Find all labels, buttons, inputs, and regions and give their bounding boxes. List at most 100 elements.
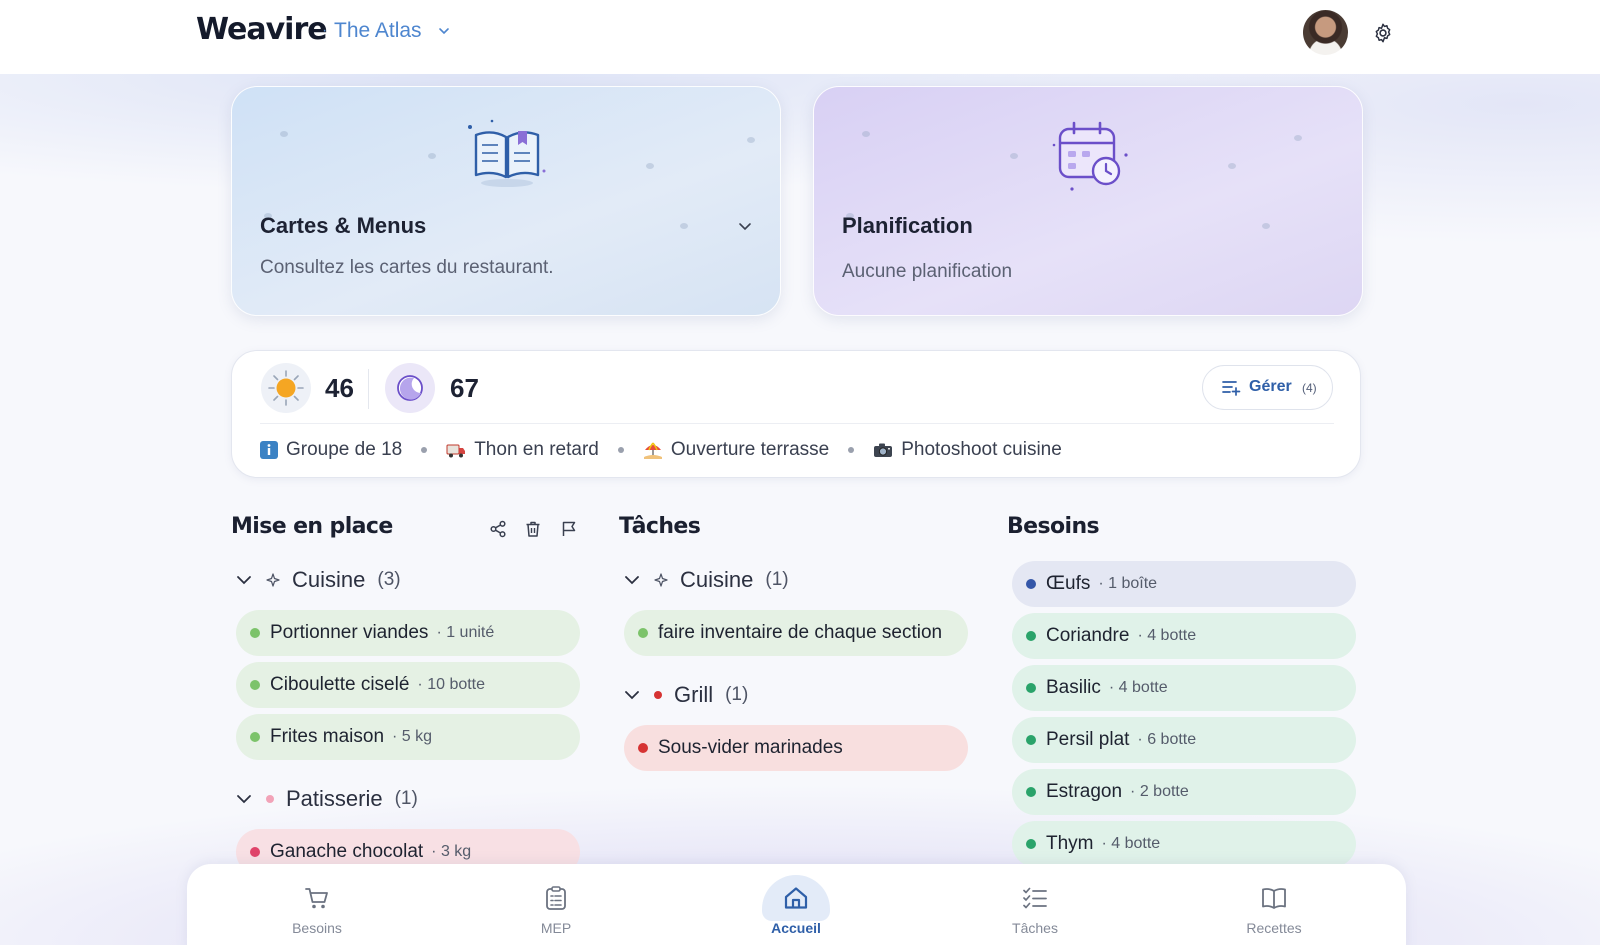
item-quantity: · 6 botte [1137, 731, 1197, 748]
workspace-selector[interactable]: The Atlas [334, 19, 422, 43]
mise-en-place-title: Mise en place [231, 514, 393, 539]
menus-card[interactable]: Cartes & Menus Consultez les cartes du r… [231, 86, 781, 316]
status-dot [638, 628, 648, 638]
group-name: Patisserie [286, 786, 383, 811]
status-dot [1026, 735, 1036, 745]
need-item[interactable]: Estragon · 2 botte [1012, 769, 1356, 815]
nav-label: MEP [540, 920, 572, 936]
share-icon[interactable] [489, 520, 507, 538]
clipboard-icon [546, 886, 566, 910]
item-quantity: · 5 kg [392, 728, 433, 745]
item-name: Ciboulette ciselé [270, 674, 410, 695]
nav-recettes[interactable]: Recettes [1214, 864, 1334, 945]
chevron-down-icon[interactable] [438, 26, 450, 36]
group-name: Cuisine [292, 567, 366, 592]
top-bar: Weavire · The Atlas [0, 0, 1600, 74]
nav-taches[interactable]: Tâches [975, 864, 1095, 945]
alert-item[interactable]: Groupe de 18 [260, 439, 402, 461]
nav-label: Besoins [292, 920, 342, 936]
alert-item[interactable]: Photoshoot cuisine [873, 439, 1062, 461]
besoins-title: Besoins [1007, 514, 1100, 539]
status-dot [638, 743, 648, 753]
sparkle-icon [654, 573, 668, 587]
item-name: Portionner viandes [270, 622, 429, 643]
item-name: Œufs [1046, 573, 1091, 594]
gear-icon[interactable] [1372, 22, 1394, 44]
mep-group-patisserie[interactable]: Patisserie (1) [236, 786, 418, 812]
nav-besoins[interactable]: Besoins [257, 864, 377, 945]
sun-icon [268, 370, 304, 406]
mep-task-item[interactable]: Ciboulette ciselé · 10 botte [236, 662, 580, 708]
info-icon [260, 441, 278, 459]
separator-dot [421, 447, 428, 453]
item-quantity: · 2 botte [1130, 783, 1189, 800]
status-dot [1026, 787, 1036, 797]
manage-button[interactable]: Gérer (4) [1202, 365, 1333, 410]
need-item[interactable]: Persil plat · 6 botte [1012, 717, 1356, 763]
alerts-row: Groupe de 18 Thon en retard Ouverture te… [260, 439, 1062, 461]
item-name: Frites maison [270, 726, 385, 747]
planning-card[interactable]: Planification Aucune planification [813, 86, 1363, 316]
book-icon [1262, 888, 1286, 909]
mep-task-item[interactable]: Frites maison · 5 kg [236, 714, 580, 760]
task-item[interactable]: faire inventaire de chaque section [624, 610, 968, 656]
list-edit-icon [1222, 381, 1241, 396]
item-name: Coriandre [1046, 625, 1130, 646]
delivery-truck-icon [446, 441, 466, 459]
item-quantity: · 10 botte [417, 676, 486, 693]
nav-label: Accueil [771, 920, 821, 936]
divider [260, 423, 1334, 424]
nav-mep[interactable]: MEP [496, 864, 616, 945]
flag-icon[interactable] [560, 520, 578, 538]
nav-label: Recettes [1246, 920, 1302, 936]
divider [368, 369, 369, 409]
item-quantity: · 4 botte [1101, 835, 1161, 852]
status-dot [1026, 631, 1036, 641]
group-count: (1) [765, 569, 789, 590]
menus-card-subtitle: Consultez les cartes du restaurant. [260, 257, 554, 278]
planning-card-subtitle: Aucune planification [842, 261, 1013, 282]
service-summary-strip: 46 67 Gérer (4) Groupe de 18 Thon en ret… [231, 350, 1361, 478]
item-name: Persil plat [1046, 729, 1130, 750]
status-dot [250, 628, 260, 638]
need-item[interactable]: Thym · 4 botte [1012, 821, 1356, 867]
group-count: (1) [394, 788, 418, 809]
mep-group-cuisine[interactable]: Cuisine (3) [236, 567, 401, 593]
dinner-covers-count: 67 [450, 373, 479, 403]
item-quantity: · 1 boîte [1098, 575, 1158, 592]
separator-dot [617, 447, 624, 453]
lunch-covers-count: 46 [325, 373, 354, 403]
item-name: faire inventaire de chaque section [658, 622, 943, 643]
item-quantity: · 4 botte [1137, 627, 1197, 644]
dinner-service-badge [385, 363, 435, 413]
item-quantity: · 3 kg [431, 843, 472, 860]
taches-group-cuisine[interactable]: Cuisine (1) [624, 567, 789, 593]
alert-item[interactable]: Thon en retard [446, 439, 599, 461]
taches-group-grill[interactable]: Grill (1) [624, 682, 748, 708]
alert-label: Ouverture terrasse [670, 439, 830, 460]
task-item[interactable]: Sous-vider marinades [624, 725, 968, 771]
item-name: Ganache chocolat [270, 841, 424, 862]
chevron-down-icon[interactable] [738, 221, 752, 231]
mep-task-item[interactable]: Portionner viandes · 1 unité [236, 610, 580, 656]
group-name: Grill [674, 682, 714, 707]
need-item[interactable]: Œufs · 1 boîte [1012, 561, 1356, 607]
status-dot [250, 732, 260, 742]
trash-icon[interactable] [524, 520, 542, 538]
home-icon [784, 887, 808, 909]
need-item[interactable]: Coriandre · 4 botte [1012, 613, 1356, 659]
alert-label: Photoshoot cuisine [901, 439, 1062, 460]
avatar[interactable] [1303, 10, 1348, 55]
item-quantity: · 4 botte [1108, 679, 1168, 696]
alert-item[interactable]: Ouverture terrasse [643, 439, 829, 461]
taches-title: Tâches [619, 514, 701, 539]
status-dot [1026, 579, 1036, 589]
item-name: Sous-vider marinades [658, 737, 843, 758]
alert-label: Groupe de 18 [286, 439, 403, 460]
separator-dot [848, 447, 855, 453]
nav-accueil[interactable]: Accueil [736, 864, 856, 945]
beach-umbrella-icon [643, 441, 663, 459]
status-dot [1026, 683, 1036, 693]
need-item[interactable]: Basilic · 4 botte [1012, 665, 1356, 711]
manage-button-count: (4) [1302, 381, 1317, 395]
